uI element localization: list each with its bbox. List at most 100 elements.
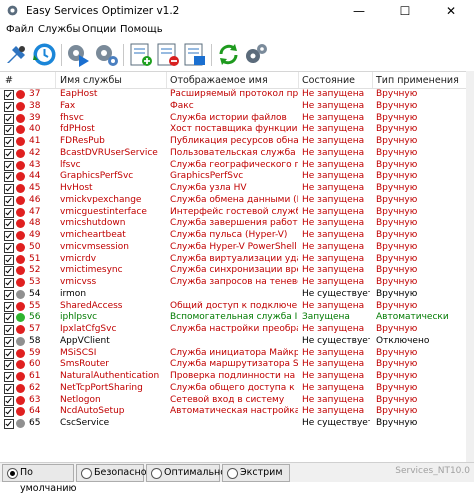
row-checkbox[interactable] (4, 254, 14, 265)
row-checkbox[interactable] (4, 383, 14, 394)
table-row[interactable]: 45 HvHost Служба узла HV Не запущена Вручную (0, 183, 474, 195)
settings-gear-icon[interactable] (242, 41, 269, 68)
table-row[interactable]: 44 GraphicsPerfSvc GraphicsPerfSvc Не запущ… (0, 171, 474, 183)
table-row[interactable]: 43 lfsvc Служба географического поло... Не … (0, 160, 474, 172)
table-row[interactable]: 65 CscService Не существует Вручную (0, 418, 474, 430)
row-checkbox[interactable] (4, 360, 14, 371)
menu-services[interactable]: Службы (38, 24, 80, 35)
minimize-button[interactable]: — (336, 0, 382, 23)
preset-extreme-button[interactable]: Экстрим (222, 464, 290, 482)
row-checkbox[interactable] (4, 301, 14, 312)
menu-options[interactable]: Опции (82, 24, 116, 35)
column-header-number[interactable]: # (5, 75, 13, 86)
row-checkbox[interactable] (4, 184, 14, 194)
preset-optimal-button[interactable]: Оптимально (146, 464, 226, 482)
table-row[interactable]: 54 irmon Не существует Вручную (0, 289, 474, 301)
optimize-icon[interactable] (3, 41, 30, 68)
table-row[interactable]: 61 NaturalAuthentication Проверка подлинно… (0, 371, 474, 383)
table-row[interactable]: 39 fhsvc Служба истории файлов Не запущена В… (0, 113, 474, 125)
startup-type: Вручную (376, 112, 418, 123)
status-dot-icon (16, 113, 25, 123)
table-row[interactable]: 64 NcdAutoSetup Автоматическая настройка с… (0, 406, 474, 418)
service-play-icon[interactable] (65, 41, 92, 68)
service-name: HvHost (60, 183, 93, 193)
row-checkbox[interactable] (4, 207, 14, 218)
table-row[interactable]: 42 BcastDVRUserService Пользовательская сл… (0, 148, 474, 160)
table-row[interactable]: 60 SmsRouter Служба маршрутизатора SMS ...… (0, 359, 474, 371)
row-checkbox[interactable] (4, 125, 14, 136)
row-checkbox[interactable] (4, 325, 14, 335)
row-checkbox[interactable] (4, 195, 14, 206)
table-row[interactable]: 63 Netlogon Сетевой вход в систему Не запущ… (0, 395, 474, 407)
maximize-button[interactable]: ☐ (382, 0, 428, 23)
vertical-scrollbar[interactable] (466, 71, 474, 463)
row-checkbox[interactable] (4, 313, 14, 324)
table-row[interactable]: 48 vmicshutdown Служба завершения работы в… (0, 218, 474, 230)
startup-type: Вручную (376, 218, 418, 229)
list-default-icon[interactable] (181, 41, 208, 68)
table-row[interactable]: 51 vmicrdv Служба виртуализации удален... Н… (0, 254, 474, 266)
row-number: 41 (29, 136, 41, 146)
table-row[interactable]: 49 vmicheartbeat Служба пульса (Hyper-V) Не… (0, 230, 474, 242)
row-checkbox[interactable] (4, 90, 14, 100)
row-checkbox[interactable] (4, 336, 14, 347)
table-row[interactable]: 52 vmictimesync Служба синхронизации време… (0, 265, 474, 277)
startup-type: Вручную (376, 265, 418, 276)
status-dot-icon (16, 207, 25, 217)
list-add-icon[interactable] (127, 41, 154, 68)
column-header-name[interactable]: Имя службы (60, 75, 122, 86)
table-row[interactable]: 47 vmicguestinterface Интерфейс гостевой с… (0, 207, 474, 219)
menu-file[interactable]: Файл (6, 24, 34, 35)
row-number: 57 (29, 324, 41, 334)
preset-safe-button[interactable]: Безопасно (76, 464, 147, 482)
row-checkbox[interactable] (4, 219, 14, 230)
row-checkbox[interactable] (4, 101, 14, 112)
row-checkbox[interactable] (4, 372, 14, 382)
column-header-display-name[interactable]: Отображаемое имя (170, 75, 268, 86)
table-row[interactable]: 46 vmickvpexchange Служба обмена данными (… (0, 195, 474, 207)
table-row[interactable]: 57 IpxlatCfgSvc Служба настройки преобразо… (0, 324, 474, 336)
row-checkbox[interactable] (4, 407, 14, 418)
service-state: Не запущена (302, 136, 365, 146)
preset-default-button[interactable]: По умолчанию (2, 464, 77, 494)
table-row[interactable]: 40 fdPHost Хост поставщика функции обна...… (0, 124, 474, 136)
row-checkbox[interactable] (4, 419, 14, 429)
row-checkbox[interactable] (4, 278, 14, 288)
table-row[interactable]: 37 EapHost Расширяемый протокол провер... Н… (0, 89, 474, 101)
startup-type: Вручную (376, 241, 418, 252)
startup-type: Вручную (376, 300, 418, 311)
table-row[interactable]: 38 Fax Факс Не запущена Вручную (0, 101, 474, 113)
table-row[interactable]: 62 NetTcpPortSharing Служба общего доступа… (0, 383, 474, 395)
preset-safe-label: Безопасно (94, 467, 147, 478)
table-row[interactable]: 41 FDResPub Публикация ресурсов обнаруж...… (0, 136, 474, 148)
service-settings-icon[interactable] (93, 41, 120, 68)
row-checkbox[interactable] (4, 148, 14, 159)
row-checkbox[interactable] (4, 231, 14, 241)
table-row[interactable]: 55 SharedAccess Общий доступ к подключению… (0, 301, 474, 313)
close-button[interactable]: ✕ (428, 0, 474, 23)
table-row[interactable]: 56 iphlpsvc Вспомогательная служба IP Запущ… (0, 312, 474, 324)
row-checkbox[interactable] (4, 348, 14, 359)
column-header-startup-type[interactable]: Тип применения (376, 75, 459, 86)
list-remove-icon[interactable] (154, 41, 181, 68)
column-header-state[interactable]: Состояние (302, 75, 355, 86)
row-checkbox[interactable] (4, 395, 14, 406)
row-checkbox[interactable] (4, 172, 14, 183)
table-row[interactable]: 53 vmicvss Служба запросов на теневое к...… (0, 277, 474, 289)
table-row[interactable]: 59 MSiSCSI Служба инициатора Майкрос... Не … (0, 348, 474, 360)
table-row[interactable]: 50 vmicvmsession Служба Hyper-V PowerShell… (0, 242, 474, 254)
row-checkbox[interactable] (4, 160, 14, 171)
row-number: 61 (29, 371, 41, 381)
row-checkbox[interactable] (4, 113, 14, 124)
restore-icon[interactable] (31, 41, 58, 68)
row-checkbox[interactable] (4, 137, 14, 147)
table-row[interactable]: 58 AppVClient Не существует Отключено (0, 336, 474, 348)
service-state: Не существует (302, 288, 370, 299)
service-state: Не запущена (302, 112, 365, 123)
row-checkbox[interactable] (4, 242, 14, 253)
row-number: 64 (29, 406, 41, 417)
refresh-icon[interactable] (215, 41, 242, 68)
row-checkbox[interactable] (4, 289, 14, 300)
menu-help[interactable]: Помощь (120, 24, 163, 35)
row-checkbox[interactable] (4, 266, 14, 277)
